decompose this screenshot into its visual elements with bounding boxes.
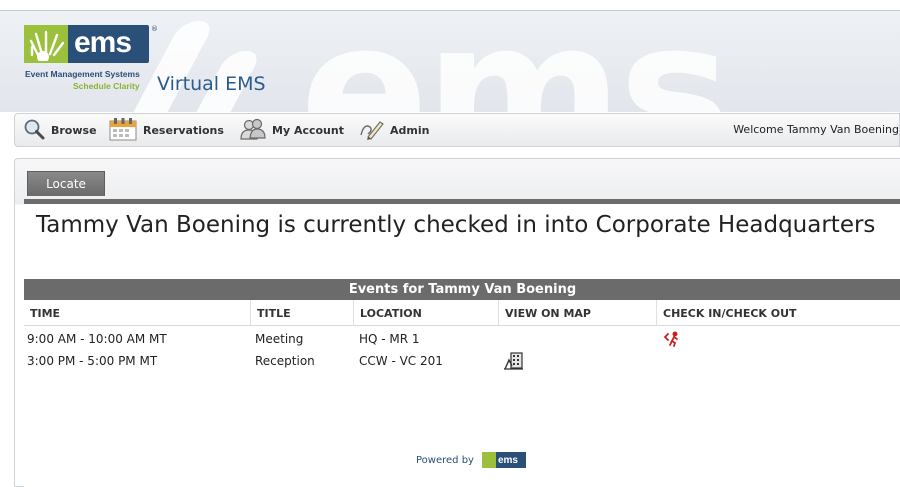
event-time: 3:00 PM - 5:00 PM MT <box>27 354 158 368</box>
calendar-icon <box>109 117 143 144</box>
sun-icon <box>24 25 68 63</box>
column-header-title: TITLE <box>250 300 353 326</box>
locate-panel: Locate Tammy Van Boening is currently ch… <box>14 158 900 487</box>
app-header: ems ems ® Event Management Systems Sched… <box>0 10 900 112</box>
map-building-icon[interactable] <box>504 350 524 372</box>
event-location: HQ - MR 1 <box>359 332 420 346</box>
logo-text: ems <box>74 26 132 59</box>
event-title: Meeting <box>255 332 304 346</box>
main-toolbar: Browse Reservations My Account Admin Wel… <box>14 113 900 147</box>
event-time: 9:00 AM - 10:00 AM MT <box>27 332 167 346</box>
welcome-text: Welcome Tammy Van Boening <box>733 123 899 136</box>
app-title: Virtual EMS <box>157 73 266 95</box>
admin-label: Admin <box>390 123 430 137</box>
powered-by-label: Powered by <box>416 454 474 466</box>
table-row: 9:00 AM - 10:00 AM MT Meeting HQ - MR 1 <box>24 328 900 350</box>
pencil-icon <box>358 118 390 143</box>
column-header-time: TIME <box>30 306 61 320</box>
registered-mark: ® <box>151 25 158 33</box>
events-table-title: Events for Tammy Van Boening <box>24 279 900 300</box>
check-out-icon[interactable] <box>664 328 680 350</box>
checkin-status-heading: Tammy Van Boening is currently checked i… <box>36 212 876 238</box>
reservations-button[interactable]: Reservations <box>109 114 224 146</box>
logo-subtitle: Event Management Systems <box>25 69 140 79</box>
tab-locate[interactable]: Locate <box>27 171 105 196</box>
event-location: CCW - VC 201 <box>359 354 443 368</box>
ems-footer-logo[interactable]: ems <box>481 452 526 468</box>
footer-logo-text: ems <box>497 454 518 466</box>
my-account-button[interactable]: My Account <box>240 114 344 146</box>
locate-content: Tammy Van Boening is currently checked i… <box>24 199 900 487</box>
column-header-check-in-out: CHECK IN/CHECK OUT <box>656 300 900 326</box>
column-header-location: LOCATION <box>353 300 498 326</box>
events-table-header: TIME TITLE LOCATION VIEW ON MAP CHECK IN… <box>24 300 900 326</box>
table-row: 3:00 PM - 5:00 PM MT Reception CCW - VC … <box>24 350 900 372</box>
powered-by: Powered by ems <box>416 452 526 468</box>
reservations-label: Reservations <box>143 123 224 137</box>
people-icon <box>240 118 272 143</box>
event-title: Reception <box>255 354 315 368</box>
admin-button[interactable]: Admin <box>358 114 429 146</box>
magnifier-icon <box>23 118 51 143</box>
browse-button[interactable]: Browse <box>23 114 97 146</box>
header-watermark: ems <box>300 11 732 112</box>
sun-icon <box>481 452 496 468</box>
browse-label: Browse <box>51 123 97 137</box>
column-header-view-on-map: VIEW ON MAP <box>498 300 656 326</box>
my-account-label: My Account <box>272 123 344 137</box>
ems-logo[interactable]: ems ® Event Management Systems Schedule … <box>24 25 158 105</box>
logo-tagline: Schedule Clarity <box>73 81 140 91</box>
